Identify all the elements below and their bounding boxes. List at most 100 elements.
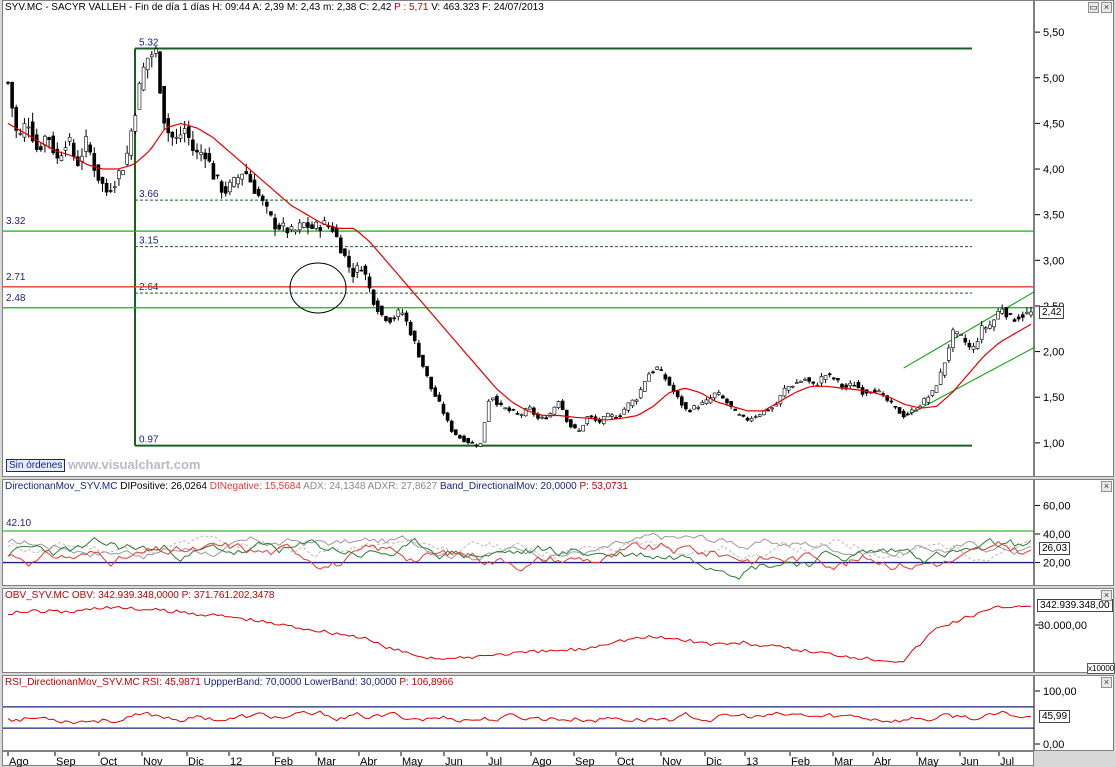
candle-body (429, 376, 433, 390)
pct-value: P : 5,71 (394, 2, 429, 13)
candle-body (725, 398, 729, 404)
candle-body (692, 405, 696, 410)
candle-body (256, 188, 261, 196)
obv-scale-label: x10000 (1087, 663, 1116, 674)
rsi-header: RSI_DirectionanMov_SYV.MC RSI: 45,9871 U… (5, 676, 453, 689)
symbol-label: SYV.MC - SACYR VALLEH (5, 2, 127, 13)
candle-body (1008, 313, 1013, 315)
open-value: A: 2,39 (252, 2, 285, 13)
dm-name: DirectionanMov_SYV.MC (5, 481, 118, 492)
candle-body (425, 366, 429, 377)
candle-body (343, 248, 347, 256)
candle-body (371, 289, 376, 305)
candle-body (178, 134, 183, 139)
candle-body (203, 152, 208, 160)
candle-body (889, 400, 894, 403)
price-tick-label: 5,00 (1043, 73, 1064, 85)
candle-body (404, 312, 409, 322)
candle-body (700, 401, 705, 406)
rsi-close-icon[interactable]: × (1101, 677, 1112, 688)
candle-body (100, 176, 105, 184)
price-tick-label: 2,00 (1043, 347, 1064, 359)
candle-body (663, 374, 668, 380)
candle-body (67, 136, 72, 142)
candle-body (318, 227, 323, 231)
time-tick-label: 12 (230, 756, 242, 767)
candle-body (384, 316, 388, 321)
candle-body (355, 265, 360, 273)
candle-body (712, 392, 717, 399)
time-tick-label: Sep (56, 756, 76, 767)
candle-body (137, 82, 142, 110)
close-value: C: 2,42 (359, 2, 392, 13)
candle-body (840, 383, 844, 388)
price-tick-label: 5,50 (1043, 27, 1064, 39)
candle-body (905, 413, 910, 416)
candle-body (215, 174, 220, 177)
candle-body (856, 382, 861, 389)
candle-body (59, 155, 64, 161)
candle-body (951, 329, 955, 348)
price-tick-label: 3,50 (1043, 210, 1064, 222)
candle-body (544, 417, 549, 420)
candle-body (836, 378, 840, 381)
pane-menu-icon[interactable]: ▭ (1088, 2, 1099, 13)
max-value: M: 2,43 (286, 2, 321, 13)
candle-body (696, 407, 701, 409)
price-chart[interactable]: 5.323.663.152.640.973.322.712.48 (3, 1, 1036, 478)
time-tick-label: Jul (488, 756, 502, 767)
candle-body (10, 82, 14, 109)
support-label: 3.32 (6, 216, 26, 227)
dm-pane: DirectionanMov_SYV.MC DIPositive: 26,026… (2, 479, 1035, 587)
channel-lower-line (903, 346, 1036, 418)
candle-body (1020, 314, 1025, 318)
candle-body (47, 137, 51, 141)
obv-close-icon[interactable]: × (1101, 590, 1112, 601)
candle-body (947, 347, 951, 361)
time-tick-label: Nov (662, 756, 682, 767)
candle-body (141, 66, 146, 91)
dm-axis-svg: 20,00 40,00 60,00 (1035, 500, 1071, 570)
candle-body (351, 267, 355, 278)
dm-dip: DIPositive: 26,0264 (120, 481, 207, 492)
candle-body (926, 396, 931, 403)
rsi-p: P: 106,8966 (399, 677, 454, 688)
candle-body (971, 346, 976, 350)
candle-body (92, 153, 97, 171)
candle-body (704, 399, 709, 404)
dm-chart[interactable]: 42.10 (3, 480, 1035, 587)
candle-body (380, 305, 384, 316)
candle-body (684, 402, 688, 410)
watermark: www.visualchart.com (68, 457, 201, 472)
time-tick-label: Oct (617, 756, 634, 767)
candle-body (536, 414, 540, 419)
channel-upper-line (903, 290, 1036, 369)
dm-adxr: ADXR: 27,8627 (367, 481, 438, 492)
candle-body (149, 54, 154, 58)
candle-body (527, 406, 532, 410)
rsi-line (7, 710, 1032, 725)
close-icon[interactable]: × (1101, 2, 1112, 13)
moving-average-line (7, 122, 1032, 421)
candle-body (577, 430, 581, 432)
candle-body (26, 126, 31, 129)
dm-close-icon[interactable]: × (1101, 481, 1112, 492)
price-axis-svg: 1,001,502,002,503,003,504,004,505,005,50 (1035, 27, 1064, 450)
candle-body (104, 183, 109, 193)
price-axis: 1,001,502,002,503,003,504,004,505,005,50 (1034, 0, 1114, 477)
support-label: 2.48 (6, 293, 26, 304)
candle-body (799, 380, 803, 383)
candle-body (852, 384, 857, 387)
candle-body (392, 317, 396, 320)
rsi-name: RSI_DirectionanMov_SYV.MC (5, 677, 140, 688)
candle-body (154, 48, 158, 54)
no-orders-button[interactable]: Sin órdenes (6, 459, 66, 472)
candle-body (162, 86, 166, 124)
dm-tick-label: 20,00 (1043, 558, 1071, 570)
candle-body (897, 407, 902, 414)
candle-body (790, 385, 795, 388)
candle-body (433, 387, 438, 397)
candle-body (474, 444, 479, 447)
rsi-value: RSI: 45,9871 (142, 677, 201, 688)
candle-body (901, 410, 906, 418)
